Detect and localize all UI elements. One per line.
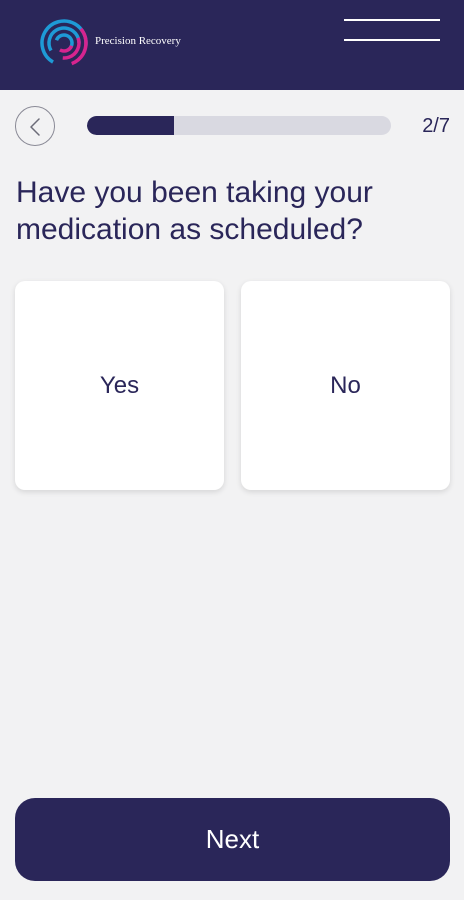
next-button[interactable]: Next	[15, 798, 450, 881]
option-no-button[interactable]: No	[241, 281, 450, 490]
question-text: Have you been taking your medication as …	[16, 176, 373, 246]
back-button[interactable]	[15, 106, 55, 146]
menu-line	[344, 39, 440, 41]
app-header: Precision Recovery	[0, 0, 464, 90]
brand-name: Precision Recovery	[95, 35, 181, 47]
logo-icon	[40, 19, 88, 67]
option-no-label: No	[330, 371, 361, 399]
option-yes-label: Yes	[99, 371, 140, 399]
next-button-label: Next	[205, 824, 260, 854]
menu-line	[344, 19, 440, 21]
progress-bar	[87, 116, 391, 135]
option-yes-button[interactable]: Yes	[15, 281, 224, 490]
menu-button[interactable]	[340, 16, 442, 46]
chevron-left-icon	[30, 118, 40, 136]
step-counter: 2/7	[422, 115, 450, 137]
progress-fill	[87, 116, 174, 135]
